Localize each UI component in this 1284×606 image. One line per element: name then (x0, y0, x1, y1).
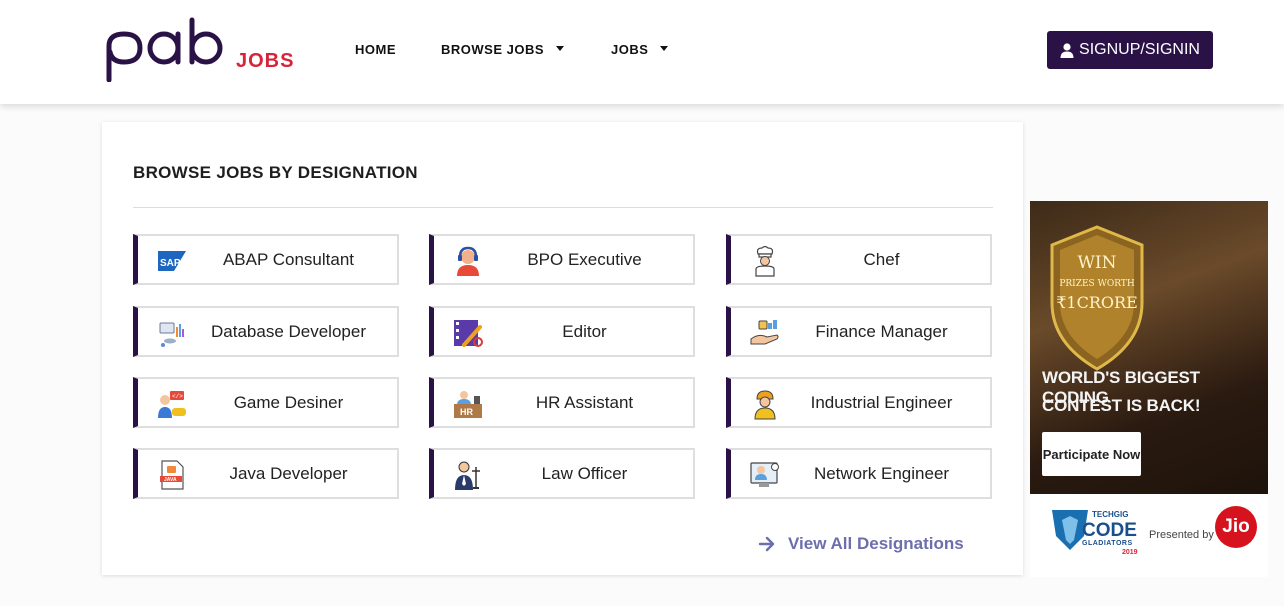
ad-hero: WIN PRIZES WORTH ₹1CRORE WORLD'S BIGGEST… (1030, 201, 1268, 494)
engineer-helmet-icon (754, 390, 776, 420)
job-label: Game Desiner (233, 393, 344, 412)
year-text: 2019 (1122, 549, 1138, 556)
prize-shield-icon: WIN PRIZES WORTH ₹1CRORE (1050, 225, 1144, 371)
job-tile-editor[interactable]: Editor (429, 306, 695, 357)
hr-desk-icon: HR (454, 391, 482, 418)
sap-icon: SAP (158, 251, 186, 271)
film-edit-icon (454, 320, 483, 347)
network-monitor-icon (750, 462, 779, 487)
site-header: JOBS HOME BROWSE JOBS JOBS SIGNUP/SIGNIN (0, 0, 1284, 104)
signup-label: SIGNUP/SIGNIN (1079, 41, 1200, 58)
job-tile-database-developer[interactable]: Database Developer (133, 306, 399, 357)
caret-down-icon (660, 46, 669, 52)
database-icon (159, 322, 184, 347)
job-label: Database Developer (211, 322, 366, 341)
svg-text:</>: </> (172, 393, 183, 400)
participate-now-button[interactable]: Participate Now (1042, 432, 1141, 476)
job-tile-java-developer[interactable]: JAVA Java Developer (133, 448, 399, 499)
arrow-right-icon (758, 536, 775, 552)
gladiators-text: GLADIATORS (1082, 540, 1133, 547)
job-tile-industrial-engineer[interactable]: Industrial Engineer (726, 377, 992, 428)
code-text: CODE (1082, 520, 1137, 541)
chef-icon (755, 245, 775, 277)
job-label: Editor (562, 322, 607, 341)
job-label: BPO Executive (527, 250, 642, 269)
nav-jobs[interactable]: JOBS (611, 42, 669, 57)
job-tile-bpo-executive[interactable]: BPO Executive (429, 234, 695, 285)
code-gladiators-ad[interactable]: WIN PRIZES WORTH ₹1CRORE WORLD'S BIGGEST… (1030, 201, 1268, 577)
techgig-text: TECHGIG (1092, 510, 1129, 519)
view-all-label: View All Designations (788, 534, 964, 553)
job-tile-finance-manager[interactable]: Finance Manager (726, 306, 992, 357)
badge-line-2: PRIZES WORTH (1059, 279, 1134, 289)
headset-agent-icon (457, 246, 479, 276)
job-label: Finance Manager (815, 322, 948, 341)
badge-line-1: WIN (1077, 253, 1116, 273)
job-tile-law-officer[interactable]: Law Officer (429, 448, 695, 499)
lawyer-icon (455, 461, 480, 490)
svg-text:JAVA: JAVA (164, 477, 177, 483)
ad-footer: TECHGIG CODE GLADIATORS 2019 Presented b… (1030, 494, 1268, 577)
caret-down-icon (556, 46, 565, 52)
section-title: BROWSE JOBS BY DESIGNATION (133, 163, 418, 182)
nav-home[interactable]: HOME (355, 42, 396, 57)
money-hand-icon (750, 320, 779, 345)
view-all-designations-link[interactable]: View All Designations (758, 534, 964, 554)
svg-text:SAP: SAP (160, 258, 181, 269)
job-label: Law Officer (541, 464, 628, 483)
signup-signin-button[interactable]: SIGNUP/SIGNIN (1047, 31, 1213, 69)
badge-line-3: ₹1CRORE (1056, 293, 1138, 312)
nav-browse-jobs-label: BROWSE JOBS (441, 42, 545, 57)
logo-jobs-text: JOBS (236, 50, 295, 72)
nav-jobs-label: JOBS (611, 42, 649, 57)
job-tile-game-desiner[interactable]: </> Game Desiner (133, 377, 399, 428)
ad-headline-2: CONTEST IS BACK! (1042, 396, 1201, 415)
user-icon (1060, 42, 1074, 58)
svg-text:HR: HR (460, 407, 473, 417)
pab-logo-mark (106, 17, 223, 83)
java-file-icon: JAVA (160, 460, 184, 490)
job-tile-chef[interactable]: Chef (726, 234, 992, 285)
gamer-icon: </> (158, 391, 186, 418)
jio-logo: Jio (1215, 506, 1257, 548)
job-tile-network-engineer[interactable]: Network Engineer (726, 448, 992, 499)
nav-home-label: HOME (355, 42, 396, 57)
nav-browse-jobs[interactable]: BROWSE JOBS (441, 42, 565, 57)
presented-by-text: Presented by (1149, 529, 1214, 541)
job-tile-abap-consultant[interactable]: SAP ABAP Consultant (133, 234, 399, 285)
pab-jobs-logo[interactable]: JOBS (104, 16, 304, 86)
job-label: Java Developer (229, 464, 348, 483)
job-tile-hr-assistant[interactable]: HR HR Assistant (429, 377, 695, 428)
job-label: HR Assistant (535, 393, 634, 412)
divider (133, 207, 993, 208)
job-label: ABAP Consultant (222, 250, 355, 269)
job-label: Network Engineer (813, 464, 950, 483)
job-label: Chef (863, 250, 900, 269)
job-label: Industrial Engineer (810, 393, 953, 412)
